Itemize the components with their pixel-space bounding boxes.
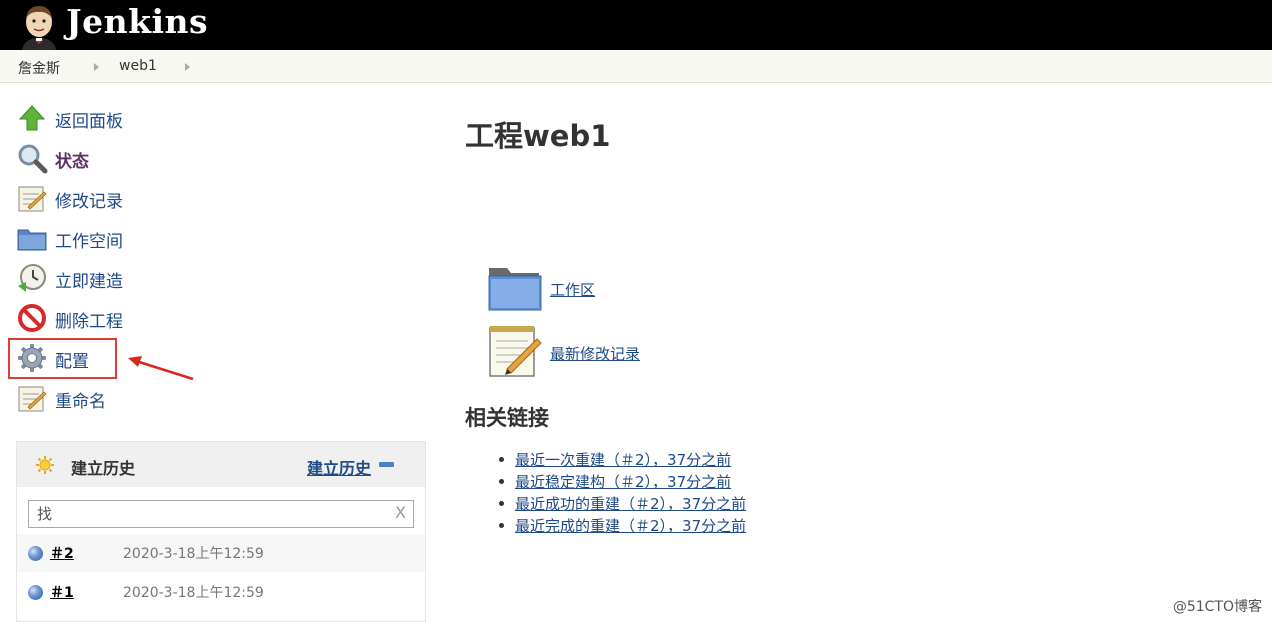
build-time: 2020-3-18上午12:59	[123, 585, 264, 601]
last-stable-build-link[interactable]: 最近稳定建构（＃2），37分之前	[515, 473, 731, 491]
clear-search-button[interactable]: X	[395, 503, 406, 522]
build-status-ball-icon	[28, 585, 43, 600]
build-history-trend-link[interactable]: 建立历史	[307, 455, 371, 479]
no-entry-icon	[18, 304, 46, 332]
notepad-icon	[18, 386, 47, 412]
search-icon	[18, 144, 48, 174]
build-search-input[interactable]	[37, 504, 377, 524]
list-item: 最近完成的重建（＃2），37分之前	[497, 515, 746, 537]
clock-icon	[18, 264, 46, 292]
top-header: Jenkins	[0, 0, 1272, 50]
workspace-link[interactable]: 工作区	[550, 279, 595, 300]
page-title: 工程web1	[465, 119, 611, 153]
task-label[interactable]: 重命名	[55, 387, 106, 412]
jenkins-butler-icon[interactable]	[16, 2, 62, 50]
task-rename[interactable]: 重命名	[16, 382, 256, 414]
task-workspace[interactable]: 工作空间	[16, 222, 256, 254]
sun-icon	[36, 456, 54, 474]
build-number-link[interactable]: ＃1	[50, 582, 74, 602]
build-history-title: 建立历史	[71, 459, 136, 478]
watermark: @51CTO博客	[1172, 599, 1262, 615]
task-build-now[interactable]: 立即建造	[16, 262, 256, 294]
latest-changes-link[interactable]: 最新修改记录	[550, 343, 640, 364]
task-label[interactable]: 立即建造	[55, 267, 123, 292]
task-label[interactable]: 工作空间	[55, 227, 123, 252]
collapse-minus-icon[interactable]	[379, 462, 394, 467]
build-history-widget: 建立历史 建立历史 X ＃2 2020-3-18上午12:59 ＃1 2020-…	[16, 441, 426, 622]
list-item: 最近成功的重建（＃2），37分之前	[497, 493, 746, 515]
notepad-icon[interactable]	[487, 323, 543, 379]
task-delete-project[interactable]: 删除工程	[16, 302, 256, 334]
related-links-title: 相关链接	[465, 406, 549, 430]
related-links-list: 最近一次重建（＃2），37分之前 最近稳定建构（＃2），37分之前 最近成功的重…	[497, 449, 746, 537]
build-time: 2020-3-18上午12:59	[123, 546, 264, 562]
configure-highlight-box	[8, 338, 117, 379]
last-build-link[interactable]: 最近一次重建（＃2），37分之前	[515, 451, 731, 469]
red-arrow-annotation	[128, 356, 194, 381]
notepad-icon	[18, 186, 47, 212]
build-search-box: X	[28, 500, 414, 528]
task-changes[interactable]: 修改记录	[16, 182, 256, 214]
up-arrow-icon	[18, 105, 46, 131]
folder-icon[interactable]	[487, 262, 543, 318]
build-row: ＃1 2020-3-18上午12:59	[17, 573, 425, 611]
last-completed-build-link[interactable]: 最近完成的重建（＃2），37分之前	[515, 517, 746, 535]
build-number-link[interactable]: ＃2	[50, 543, 74, 563]
breadcrumb-arrow-icon[interactable]	[185, 63, 190, 71]
task-status[interactable]: 状态	[16, 142, 256, 174]
folder-icon	[17, 229, 47, 251]
task-label[interactable]: 状态	[55, 147, 89, 172]
breadcrumb-home[interactable]: 詹金斯	[18, 58, 60, 78]
breadcrumb-job[interactable]: web1	[119, 58, 157, 74]
jenkins-brand[interactable]: Jenkins	[66, 2, 208, 41]
build-row: ＃2 2020-3-18上午12:59	[17, 534, 425, 572]
task-back-to-dashboard[interactable]: 返回面板	[16, 102, 256, 134]
task-label[interactable]: 修改记录	[55, 187, 123, 212]
last-successful-build-link[interactable]: 最近成功的重建（＃2），37分之前	[515, 495, 746, 513]
breadcrumb-arrow-icon[interactable]	[94, 63, 99, 71]
task-label[interactable]: 返回面板	[55, 107, 123, 132]
build-status-ball-icon	[28, 546, 43, 561]
build-history-header: 建立历史 建立历史	[17, 442, 425, 487]
list-item: 最近一次重建（＃2），37分之前	[497, 449, 746, 471]
breadcrumb: 詹金斯 web1	[0, 50, 1272, 83]
list-item: 最近稳定建构（＃2），37分之前	[497, 471, 746, 493]
task-label[interactable]: 删除工程	[55, 307, 123, 332]
